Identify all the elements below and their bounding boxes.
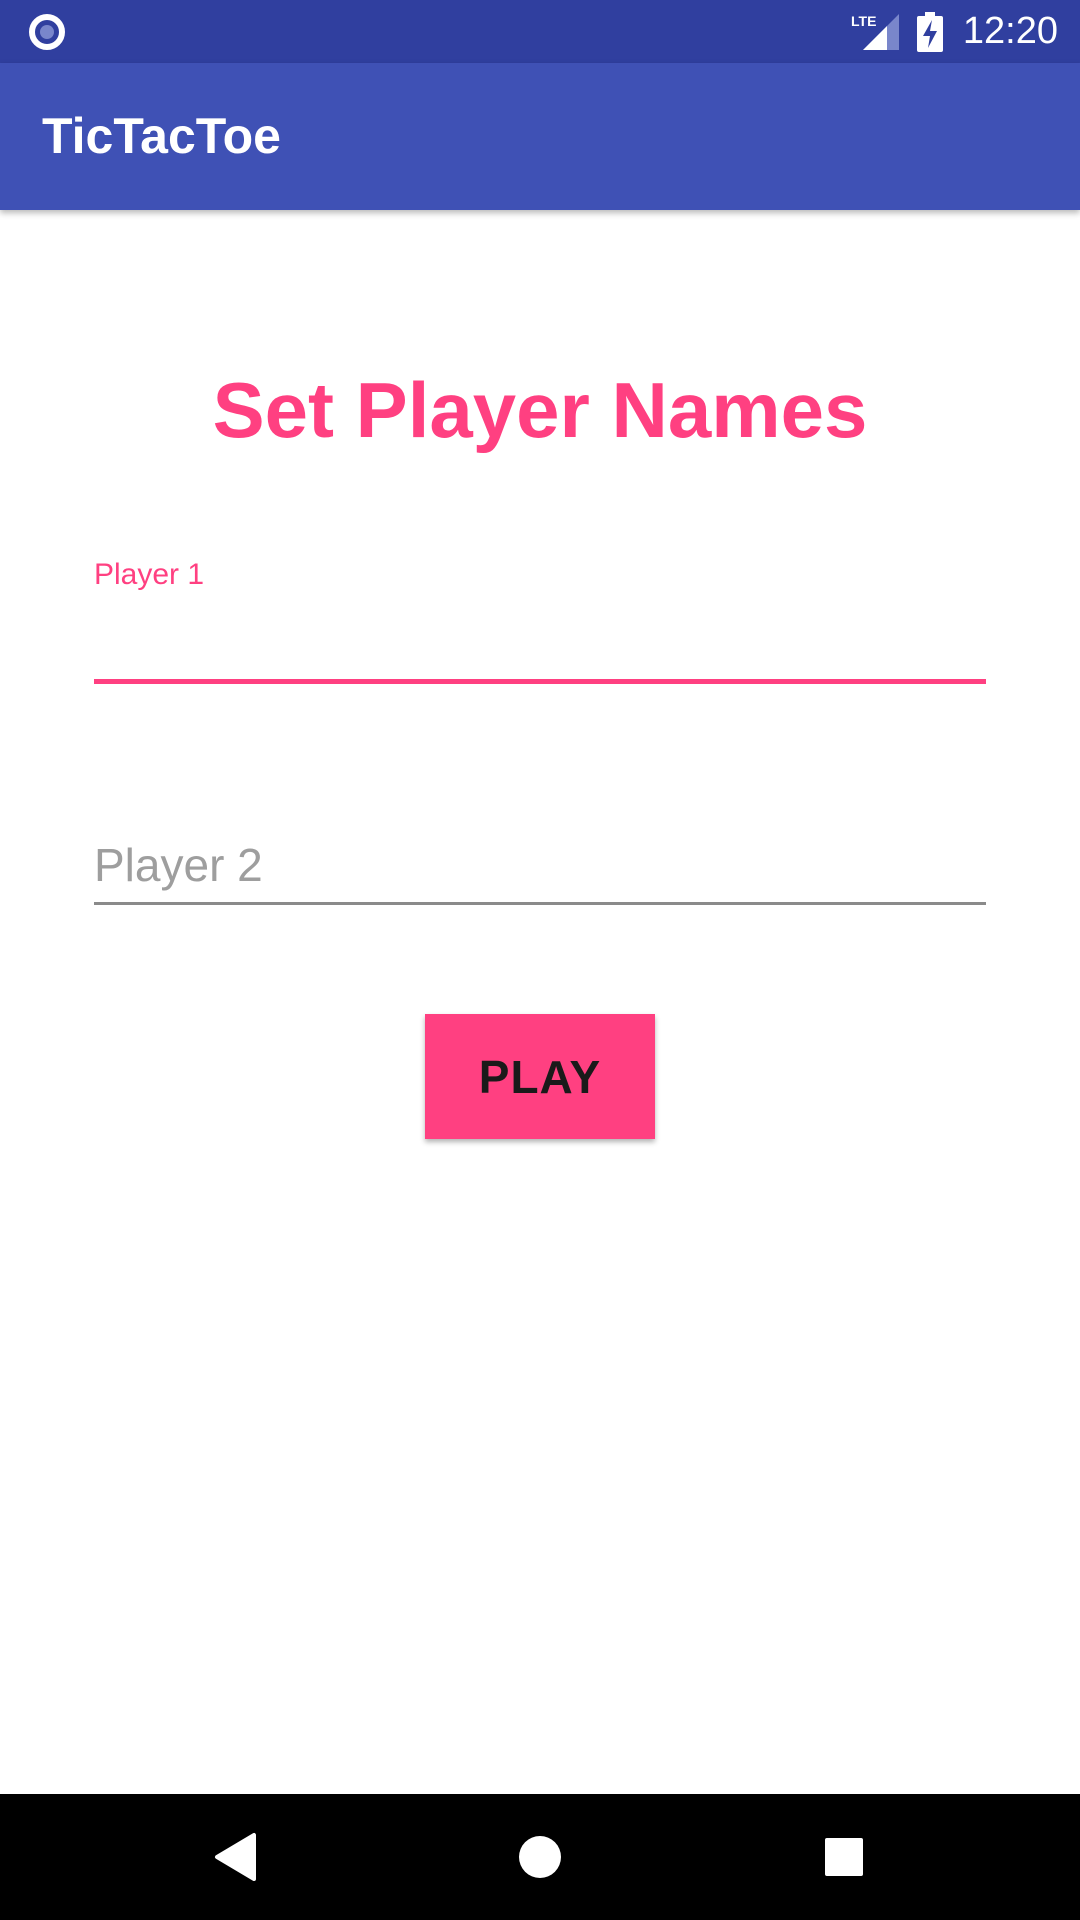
page-heading: Set Player Names bbox=[212, 366, 868, 454]
lte-signal-icon: LTE bbox=[851, 13, 899, 50]
player2-underline bbox=[94, 902, 986, 905]
back-icon bbox=[215, 1833, 256, 1881]
player2-input[interactable] bbox=[94, 832, 986, 898]
screen: LTE 12:20 TicTacToe Set Player Names Pla… bbox=[0, 0, 1080, 1920]
home-icon bbox=[519, 1836, 561, 1878]
status-clock: 12:20 bbox=[962, 10, 1058, 52]
recents-button[interactable] bbox=[774, 1794, 914, 1920]
app-bar: TicTacToe bbox=[0, 63, 1080, 210]
player1-input[interactable] bbox=[94, 611, 986, 673]
battery-charging-icon bbox=[916, 11, 943, 52]
home-button[interactable] bbox=[470, 1794, 610, 1920]
player1-field: Player 1 bbox=[94, 555, 986, 687]
player1-floating-label: Player 1 bbox=[94, 558, 205, 591]
play-button[interactable]: PLAY bbox=[425, 1014, 655, 1139]
player2-field bbox=[94, 832, 986, 908]
navigation-bar bbox=[0, 1794, 1080, 1920]
status-icons: LTE 12:20 bbox=[851, 0, 1058, 63]
recents-icon bbox=[825, 1838, 863, 1876]
lte-label: LTE bbox=[851, 13, 876, 29]
status-bar: LTE 12:20 bbox=[0, 0, 1080, 63]
notification-dot-icon bbox=[29, 14, 65, 50]
player1-underline bbox=[94, 679, 986, 684]
back-button[interactable] bbox=[166, 1794, 306, 1920]
app-title: TicTacToe bbox=[42, 108, 281, 164]
